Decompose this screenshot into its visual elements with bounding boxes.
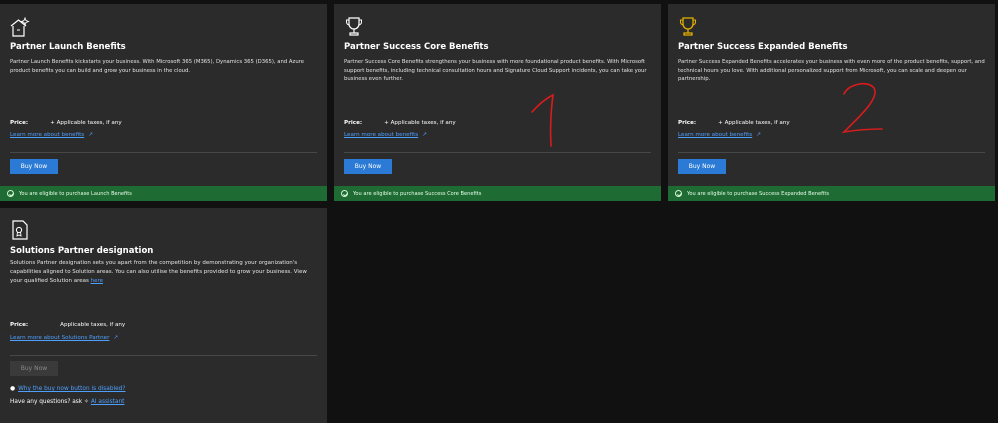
info-icon: ● [10,386,16,392]
learn-more-label: Learn more about Solutions Partner [10,335,110,341]
trophy-outline-icon [344,16,364,38]
external-link-icon: ↗ [422,132,427,138]
price-label: Price: [10,322,29,328]
eligibility-banner: You are eligible to purchase Success Exp… [668,186,995,201]
card-description: Partner Success Core Benefits strengthen… [344,59,647,83]
divider [344,152,651,153]
external-link-icon: ↗ [756,132,761,138]
ai-assistant-link[interactable]: AI assistant [91,399,125,405]
handwritten-annotation-1 [531,93,554,147]
check-circle-icon [341,190,348,197]
buy-now-button[interactable]: Buy Now [344,159,392,174]
price-value: + Applicable taxes, if any [718,120,790,126]
price-row: Price: Applicable taxes, if any [10,322,125,328]
eligibility-text: You are eligible to purchase Success Exp… [687,190,830,197]
divider [678,152,985,153]
price-label: Price: [678,120,697,126]
external-link-icon: ↗ [113,335,119,341]
success-core-card: Partner Success Core Benefits Partner Su… [334,4,661,201]
price-value: Applicable taxes, if any [60,322,126,328]
ask-ai-row: Have any questions? ask ✧ AI assistant [10,399,124,405]
why-disabled-link[interactable]: Why the buy now button is disabled? [18,386,125,392]
sparkle-icon: ✧ [84,399,89,405]
learn-more-link[interactable]: Learn more about benefits ↗ [344,132,427,138]
eligibility-text: You are eligible to purchase Success Cor… [353,190,482,197]
success-expanded-card: Partner Success Expanded Benefits Partne… [668,4,995,201]
why-disabled-row: ● Why the buy now button is disabled? [10,386,125,392]
buy-now-button[interactable]: Buy Now [678,159,726,174]
check-circle-icon [675,190,682,197]
card-title: Partner Success Core Benefits [344,42,489,52]
buy-now-button-disabled: Buy Now [10,361,58,376]
price-row: Price: + Applicable taxes, if any [344,120,456,126]
learn-more-link[interactable]: Learn more about Solutions Partner ↗ [10,335,118,341]
trophy-gold-icon [678,16,698,38]
card-description: Solutions Partner designation sets you a… [10,259,317,286]
solutions-partner-card: Solutions Partner designation Solutions … [0,208,327,423]
card-title: Partner Success Expanded Benefits [678,42,848,52]
price-value: + Applicable taxes, if any [384,120,456,126]
solution-areas-link[interactable]: here [91,278,103,284]
price-row: Price: + Applicable taxes, if any [678,120,790,126]
price-label: Price: [344,120,363,126]
eligibility-banner: You are eligible to purchase Success Cor… [334,186,661,201]
card-title: Solutions Partner designation [10,246,154,256]
ask-text: Have any questions? ask [10,399,83,405]
learn-more-label: Learn more about benefits [344,132,419,138]
description-text: Solutions Partner designation sets you a… [10,260,307,284]
divider [10,355,317,356]
learn-more-label: Learn more about benefits [678,132,753,138]
handwritten-annotation-2 [841,82,883,134]
learn-more-link[interactable]: Learn more about benefits ↗ [678,132,761,138]
certificate-icon [10,219,30,241]
card-description: Partner Success Expanded Benefits accele… [678,59,985,83]
